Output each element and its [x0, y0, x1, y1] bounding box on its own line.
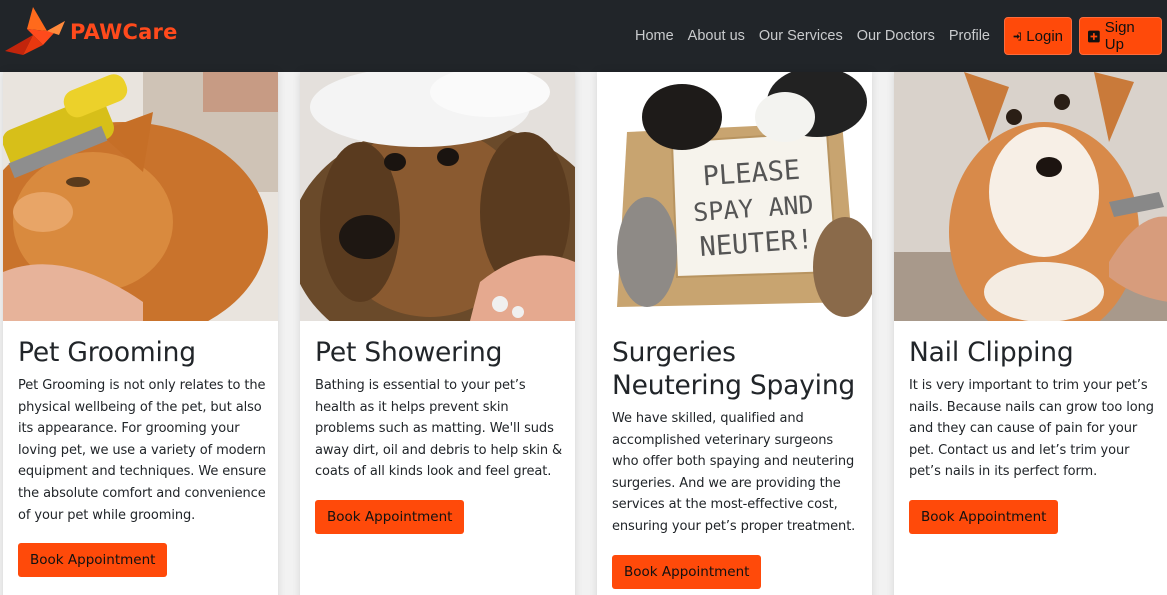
nav-doctors-link[interactable]: Our Doctors: [857, 28, 935, 44]
service-card-surgeries: PLEASE SPAY AND NEUTER! Surgeries Neuter…: [597, 72, 872, 595]
service-card-showering: Pet Showering Bathing is essential to yo…: [300, 72, 575, 595]
navbar: PAWCare Home About us Our Services Our D…: [0, 0, 1167, 72]
card-title: Pet Grooming: [18, 337, 196, 368]
card-text: Pet Grooming is not only relates to the …: [18, 378, 266, 523]
corgi-nail-photo: [894, 72, 1167, 321]
brand-name: PAWCare: [70, 20, 178, 44]
service-card-grooming: Pet Grooming Pet Grooming is not only re…: [3, 72, 278, 595]
puppies-kittens-photo: PLEASE SPAY AND NEUTER!: [597, 72, 872, 321]
card-body: Nail Clipping It is very important to tr…: [909, 336, 1157, 534]
card-title: Pet Showering: [315, 337, 503, 368]
card-text: It is very important to trim your pet’s …: [909, 378, 1154, 480]
card-body: Pet Showering Bathing is essential to yo…: [315, 336, 563, 534]
card-body: Pet Grooming Pet Grooming is not only re…: [18, 336, 266, 578]
card-title: Nail Clipping: [909, 337, 1074, 368]
signup-label: Sign Up: [1104, 19, 1135, 53]
book-appointment-button[interactable]: Book Appointment: [18, 543, 168, 578]
nav-services-link[interactable]: Our Services: [759, 28, 843, 44]
login-label: Login: [1026, 27, 1063, 45]
nav-home-link[interactable]: Home: [635, 28, 674, 44]
card-body: Surgeries Neutering Spaying We have skil…: [612, 336, 860, 589]
service-card-nail-clipping: Nail Clipping It is very important to tr…: [894, 72, 1167, 595]
card-text: Bathing is essential to your pet’s healt…: [315, 378, 563, 480]
fox-logo-icon: [5, 7, 65, 55]
login-button[interactable]: Login: [1004, 17, 1072, 55]
card-title: Surgeries Neutering Spaying: [612, 337, 856, 401]
sign-in-icon: [1013, 31, 1022, 41]
book-appointment-button[interactable]: Book Appointment: [909, 499, 1059, 534]
nav-links: Home About us Our Services Our Doctors P…: [635, 0, 1167, 72]
cat-brush-photo: [3, 72, 278, 321]
card-text: We have skilled, qualified and accomplis…: [612, 411, 856, 534]
nav-about-link[interactable]: About us: [688, 28, 745, 44]
dog-bath-photo: [300, 72, 575, 321]
signup-button[interactable]: Sign Up: [1079, 17, 1162, 55]
book-appointment-button[interactable]: Book Appointment: [612, 554, 762, 589]
brand[interactable]: PAWCare: [3, 5, 178, 59]
book-appointment-button[interactable]: Book Appointment: [315, 499, 465, 534]
plus-square-icon: [1088, 30, 1100, 42]
nav-profile-link[interactable]: Profile: [949, 28, 990, 44]
